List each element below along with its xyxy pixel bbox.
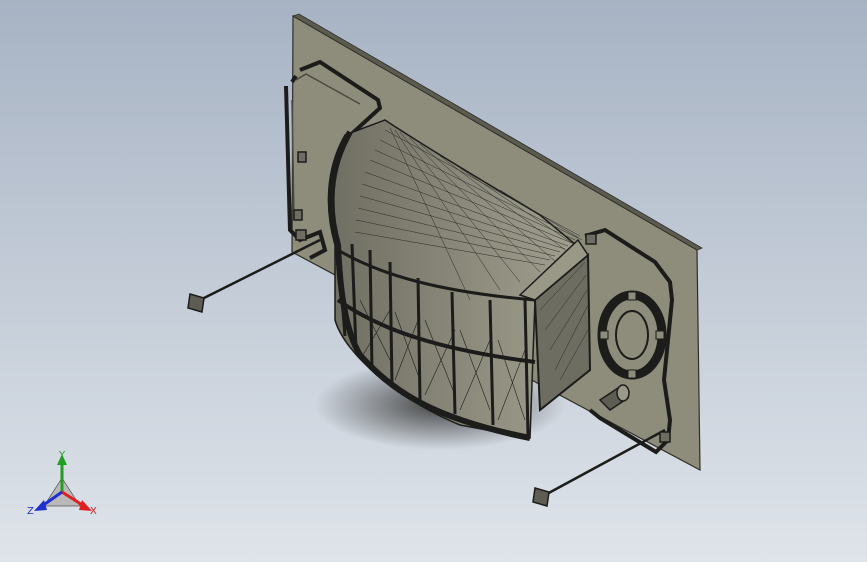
triad-x-label: X [90, 506, 97, 517]
triad-y-label: Y [58, 450, 66, 461]
cad-viewport[interactable]: Y X Z [0, 0, 867, 562]
triad-z-label: Z [27, 506, 34, 517]
